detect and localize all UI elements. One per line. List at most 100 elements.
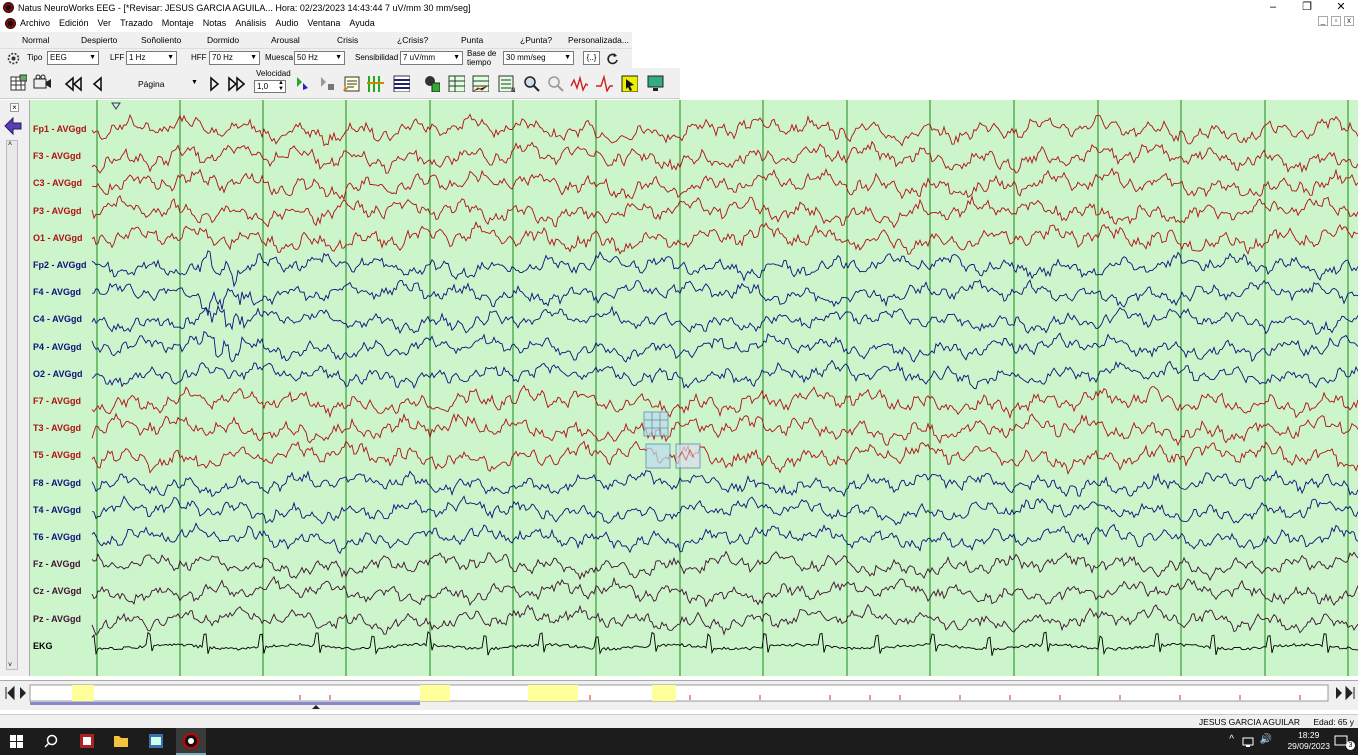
- panel-close-icon[interactable]: ×: [10, 103, 19, 112]
- search-icon[interactable]: [44, 734, 58, 748]
- zoom-out-icon[interactable]: [546, 74, 564, 92]
- step-back-icon[interactable]: [89, 74, 107, 92]
- back-arrow-icon[interactable]: [3, 116, 23, 136]
- record-timeline[interactable]: [0, 680, 1358, 710]
- pagina-label[interactable]: Página: [138, 79, 164, 89]
- document-icon[interactable]: [5, 17, 16, 29]
- pointer-select-icon[interactable]: [620, 74, 638, 92]
- hff-select[interactable]: 70 Hz ▼: [209, 51, 260, 65]
- minimize-button[interactable]: –: [1256, 0, 1290, 15]
- channel-label[interactable]: EKG: [33, 641, 53, 651]
- spike-waveform-icon[interactable]: [595, 74, 613, 92]
- menu-montaje[interactable]: Montaje: [162, 18, 194, 28]
- menu-notas[interactable]: Notas: [203, 18, 227, 28]
- chevron-down-icon[interactable]: ▼: [191, 79, 198, 86]
- timeline-progress[interactable]: [30, 702, 420, 705]
- trend-report-icon[interactable]: [471, 74, 489, 92]
- menu-edicion[interactable]: Edición: [59, 18, 89, 28]
- base-tiempo-select[interactable]: 30 mm/seg ▼: [503, 51, 574, 65]
- app-archive-icon[interactable]: [79, 733, 95, 749]
- timeline-event-segment[interactable]: [528, 685, 578, 701]
- rewind-icon[interactable]: [64, 74, 82, 92]
- fast-forward-icon[interactable]: [227, 74, 245, 92]
- event-list-icon[interactable]: N: [497, 74, 515, 92]
- settings-gear-icon[interactable]: [7, 52, 20, 65]
- sensibilidad-select[interactable]: 7 uV/mm ▼: [400, 51, 463, 65]
- state-sonoliento-button[interactable]: Soñoliento: [141, 35, 181, 45]
- menu-ventana[interactable]: Ventana: [307, 18, 340, 28]
- channel-label[interactable]: O1 - AVGgd: [33, 233, 83, 243]
- network-icon[interactable]: [1242, 736, 1254, 748]
- chevron-up-icon[interactable]: ^: [1229, 734, 1234, 745]
- state-dormido-button[interactable]: Dormido: [207, 35, 239, 45]
- doc-restore-button[interactable]: ▫: [1331, 16, 1341, 26]
- timeline-event-segment[interactable]: [72, 685, 94, 701]
- channel-label[interactable]: Fp1 - AVGgd: [33, 124, 87, 134]
- timeline-cursor-icon[interactable]: [312, 705, 320, 709]
- velocidad-spinner[interactable]: 1,0 ▲ ▼: [254, 80, 286, 93]
- menu-ayuda[interactable]: Ayuda: [349, 18, 374, 28]
- channel-label[interactable]: Fz - AVGgd: [33, 559, 81, 569]
- channel-label[interactable]: F3 - AVGgd: [33, 151, 81, 161]
- channel-label[interactable]: P4 - AVGgd: [33, 342, 82, 352]
- menu-ver[interactable]: Ver: [98, 18, 112, 28]
- channel-label[interactable]: P3 - AVGgd: [33, 206, 82, 216]
- state-arousal-button[interactable]: Arousal: [271, 35, 300, 45]
- state-posible-crisis-button[interactable]: ¿Crisis?: [397, 35, 428, 45]
- state-posible-punta-button[interactable]: ¿Punta?: [520, 35, 552, 45]
- channel-label[interactable]: O2 - AVGgd: [33, 369, 83, 379]
- state-crisis-button[interactable]: Crisis: [337, 35, 358, 45]
- lff-select[interactable]: 1 Hz ▼: [126, 51, 177, 65]
- channel-label[interactable]: C4 - AVGgd: [33, 314, 82, 324]
- channel-label[interactable]: F8 - AVGgd: [33, 478, 81, 488]
- doc-close-button[interactable]: x: [1344, 16, 1354, 26]
- timeline-start-icon[interactable]: [5, 685, 15, 701]
- channel-label[interactable]: F7 - AVGgd: [33, 396, 81, 406]
- menu-trazado[interactable]: Trazado: [120, 18, 153, 28]
- video-camera-icon[interactable]: [33, 74, 51, 92]
- timeline-track[interactable]: [0, 681, 1358, 711]
- scroll-up-icon[interactable]: ˄: [8, 141, 12, 148]
- patient-info-icon[interactable]: [422, 74, 440, 92]
- channel-label[interactable]: C3 - AVGgd: [33, 178, 82, 188]
- close-button[interactable]: ✕: [1324, 0, 1358, 15]
- taskbar-clock[interactable]: 18:29 29/09/2023: [1287, 730, 1330, 752]
- doc-minimize-button[interactable]: _: [1318, 16, 1328, 26]
- timeline-prev-icon[interactable]: [20, 687, 26, 699]
- volume-icon[interactable]: 🔊: [1260, 734, 1272, 745]
- vertical-scrollbar[interactable]: ˄ ˅: [6, 140, 18, 670]
- file-explorer-icon[interactable]: [113, 734, 129, 748]
- monitor-display-icon[interactable]: [646, 74, 664, 92]
- channel-label[interactable]: T6 - AVGgd: [33, 532, 81, 542]
- montage-grid-icon[interactable]: [9, 74, 27, 92]
- timeline-next-icon[interactable]: [1336, 687, 1342, 699]
- refresh-icon[interactable]: [606, 52, 619, 65]
- app-window-icon[interactable]: [148, 733, 164, 749]
- bracket-button[interactable]: {..}: [583, 51, 600, 65]
- step-forward-icon[interactable]: [204, 74, 222, 92]
- menu-analisis[interactable]: Análisis: [235, 18, 266, 28]
- channel-label[interactable]: T5 - AVGgd: [33, 450, 81, 460]
- spinner-arrows-icon[interactable]: ▲ ▼: [278, 80, 284, 92]
- timeline-event-segment[interactable]: [652, 685, 676, 701]
- timeline-event-segment[interactable]: [420, 685, 450, 701]
- channel-label[interactable]: T4 - AVGgd: [33, 505, 81, 515]
- timeline-end-icon[interactable]: [1345, 685, 1355, 701]
- channel-label[interactable]: Fp2 - AVGgd: [33, 260, 87, 270]
- waveform-red-icon[interactable]: [570, 74, 588, 92]
- menu-archivo[interactable]: Archivo: [20, 18, 50, 28]
- channel-label[interactable]: Pz - AVGgd: [33, 614, 81, 624]
- channel-label[interactable]: T3 - AVGgd: [33, 423, 81, 433]
- report-grid-icon[interactable]: [447, 74, 465, 92]
- menu-audio[interactable]: Audio: [275, 18, 298, 28]
- windows-start-icon[interactable]: [10, 735, 24, 749]
- channel-label[interactable]: F4 - AVGgd: [33, 287, 81, 297]
- channel-label[interactable]: Cz - AVGgd: [33, 586, 82, 596]
- taskbar-neuroworks[interactable]: [176, 728, 206, 755]
- notes-edit-icon[interactable]: [342, 74, 360, 92]
- timeline-bar[interactable]: [29, 684, 1329, 702]
- restore-button[interactable]: ❐: [1290, 0, 1324, 15]
- scroll-down-icon[interactable]: ˅: [8, 662, 12, 669]
- zoom-in-icon[interactable]: [522, 74, 540, 92]
- channels-signal-icon[interactable]: [366, 74, 384, 92]
